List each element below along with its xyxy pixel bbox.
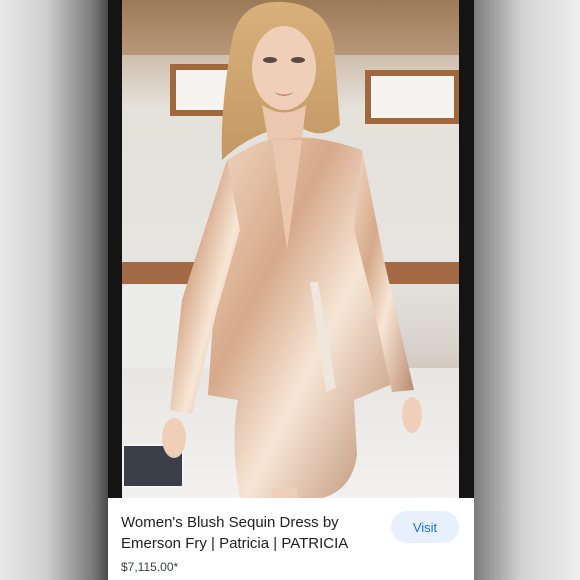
model-figure <box>162 1 422 498</box>
product-info: Women's Blush Sequin Dress by Emerson Fr… <box>108 498 474 580</box>
product-card[interactable]: Women's Blush Sequin Dress by Emerson Fr… <box>108 0 474 580</box>
product-price: $7,115.00* <box>121 560 179 574</box>
visit-button[interactable]: Visit <box>391 511 459 543</box>
product-image[interactable] <box>122 0 459 498</box>
product-image-frame <box>108 0 474 498</box>
product-title[interactable]: Women's Blush Sequin Dress by Emerson Fr… <box>121 512 371 554</box>
